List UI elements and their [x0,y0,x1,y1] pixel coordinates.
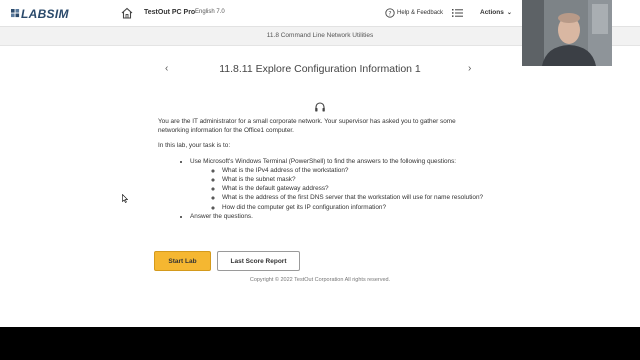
question-item: What is the subnet mask? [222,175,488,184]
page-title: 11.8.11 Explore Configuration Informatio… [219,63,421,75]
lesson-title-row: ‹ 11.8.11 Explore Configuration Informat… [0,63,640,77]
task-text: Use Microsoft's Windows Terminal (PowerS… [190,157,457,165]
lab-intro: You are the IT administrator for a small… [158,118,456,135]
labsim-logo[interactable]: LABSIM [11,6,69,21]
home-icon[interactable] [121,7,133,19]
task-list: Use Microsoft's Windows Terminal (PowerS… [190,157,488,221]
question-item: What is the default gateway address? [222,184,488,193]
help-icon[interactable]: ? [385,8,395,18]
chevron-down-icon: ⌄ [506,10,512,16]
task-intro: In this lab, your task is to: [158,142,231,150]
labsim-logo-icon [11,9,20,18]
next-lesson-icon[interactable]: › [468,63,471,74]
last-score-report-button[interactable]: Last Score Report [217,251,300,271]
mouse-cursor-icon [122,194,128,203]
black-letterbox-bar [0,327,640,360]
actions-label: Actions [480,9,504,16]
svg-text:?: ? [388,10,391,17]
actions-menu[interactable]: Actions ⌄ [480,9,512,16]
logo-text: LABSIM [21,6,69,21]
question-item: What is the IPv4 address of the workstat… [222,166,488,175]
task-item: Answer the questions. [190,212,488,221]
question-item: What is the address of the first DNS ser… [222,193,488,202]
help-feedback-link[interactable]: Help & Feedback [397,10,443,16]
lab-instructions: You are the IT administrator for a small… [158,117,488,221]
webcam-person-image [522,0,612,66]
app-name: TestOut PC Pro [144,9,196,16]
copyright-text: Copyright © 2022 TestOut Corporation All… [249,277,391,283]
task-item: Use Microsoft's Windows Terminal (PowerS… [190,157,488,212]
webcam-overlay [522,0,612,66]
question-list: What is the IPv4 address of the workstat… [222,166,488,212]
headset-icon [315,102,325,112]
question-item: How did the computer get its IP configur… [222,203,488,212]
list-icon[interactable] [452,8,463,18]
start-lab-button[interactable]: Start Lab [154,251,211,271]
app-language: English 7.0 [195,9,225,15]
